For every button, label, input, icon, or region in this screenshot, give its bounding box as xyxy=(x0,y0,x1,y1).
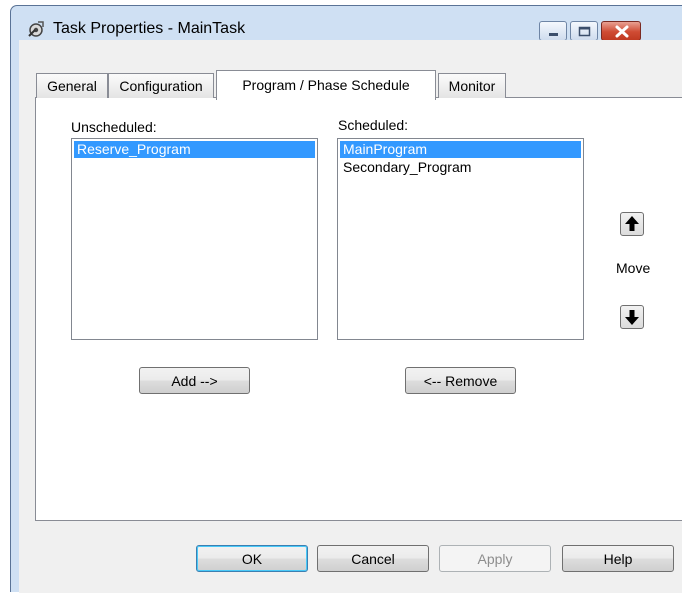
tab-panel: General Configuration Program / Phase Sc… xyxy=(35,70,682,521)
unscheduled-listbox[interactable]: Reserve_Program xyxy=(71,138,318,340)
scheduled-listbox[interactable]: MainProgram Secondary_Program xyxy=(337,138,584,340)
add-button[interactable]: Add --> xyxy=(139,367,250,394)
list-item[interactable]: MainProgram xyxy=(340,141,581,158)
scheduled-label: Scheduled: xyxy=(338,117,409,133)
dialog-body: General Configuration Program / Phase Sc… xyxy=(19,40,682,593)
arrow-up-icon xyxy=(625,216,639,231)
tab-general[interactable]: General xyxy=(36,73,108,98)
list-item[interactable]: Reserve_Program xyxy=(74,141,315,158)
move-up-button[interactable] xyxy=(620,212,644,236)
list-item[interactable]: Secondary_Program xyxy=(340,159,581,176)
unscheduled-label: Unscheduled: xyxy=(71,119,157,135)
move-down-button[interactable] xyxy=(620,305,644,329)
apply-button[interactable]: Apply xyxy=(439,545,551,572)
help-button[interactable]: Help xyxy=(562,545,674,572)
maximize-icon xyxy=(578,26,591,37)
window-title: Task Properties - MainTask xyxy=(53,20,246,37)
arrow-down-icon xyxy=(625,310,639,325)
move-label: Move xyxy=(616,260,651,276)
tab-monitor[interactable]: Monitor xyxy=(438,73,506,98)
minimize-button[interactable] xyxy=(539,21,567,41)
minimize-icon xyxy=(549,33,558,36)
ok-button[interactable]: OK xyxy=(196,545,308,572)
remove-button[interactable]: <-- Remove xyxy=(405,367,516,394)
maximize-button[interactable] xyxy=(570,21,598,41)
cancel-button[interactable]: Cancel xyxy=(317,545,429,572)
title-bar[interactable]: Task Properties - MainTask xyxy=(11,6,682,42)
close-icon xyxy=(615,25,629,38)
tab-configuration[interactable]: Configuration xyxy=(108,73,214,98)
task-properties-dialog: Task Properties - MainTask General Confi… xyxy=(10,5,682,593)
tab-program-phase-schedule[interactable]: Program / Phase Schedule xyxy=(216,70,436,100)
close-button[interactable] xyxy=(601,21,641,41)
task-properties-icon xyxy=(26,19,46,39)
